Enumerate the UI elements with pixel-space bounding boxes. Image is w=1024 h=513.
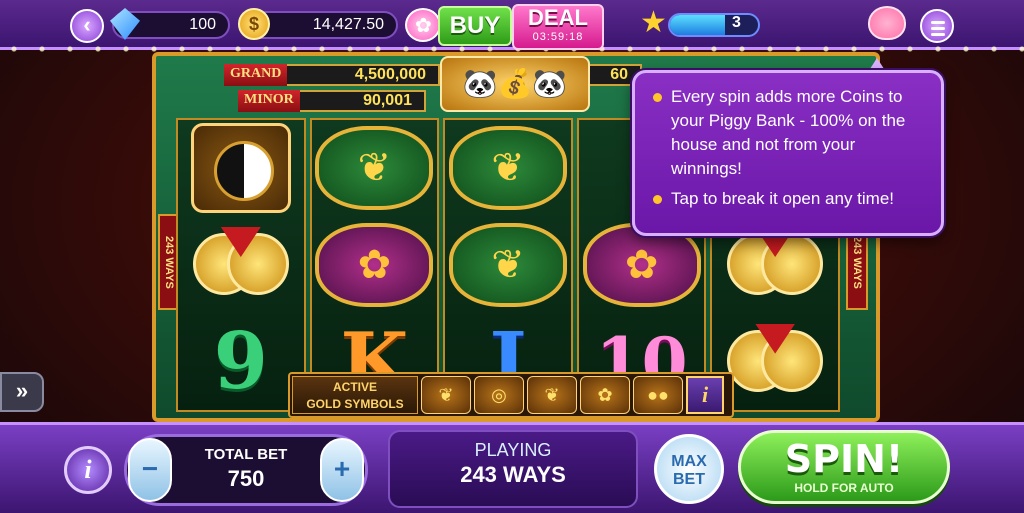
spin-label: SPIN! [784,437,904,481]
side-menu-expand-button[interactable]: » [0,372,44,412]
crane-symbol: ❦ [315,126,434,211]
reel-1: 9 [176,118,306,412]
minor-jackpot-value: 90,001 [363,92,412,109]
crane-symbol: ❦ [448,223,567,307]
star-icon: ★ [640,6,667,39]
piggy-bank-icon[interactable] [868,6,906,40]
nine-symbol: 9 [213,315,268,407]
playing-label: PLAYING [474,440,552,460]
gold-label-line1: ACTIVE [332,380,377,394]
buy-button[interactable]: BUY [438,6,512,46]
reel-cell [178,217,304,314]
deal-label: DEAL [528,5,588,30]
back-button[interactable]: ‹ [70,9,104,43]
player-level: 3 [732,14,741,31]
minor-jackpot-label: MINOR [238,90,300,112]
coin-count: 14,427.50 [312,16,384,33]
total-bet-label: TOTAL BET [204,446,288,463]
xp-progress-bar[interactable] [668,13,760,37]
tooltip-line: Tap to break it open any time! [653,187,927,211]
max-bet-line2: BET [673,471,705,488]
gem-count: 100 [189,16,216,33]
decrease-bet-button[interactable]: − [128,438,172,502]
reel-cell: ❦ [445,217,571,314]
spin-button[interactable]: SPIN! HOLD FOR AUTO [738,430,950,504]
menu-icon-line [931,21,945,24]
tooltip-line: Every spin adds more Coins to your Piggy… [653,85,927,181]
reel-cell: ❦ [445,120,571,217]
menu-icon-line [931,33,945,36]
gold-lotus-icon: ✿ [580,376,630,414]
max-bet-button[interactable]: MAX BET [654,434,724,504]
reel-cell [178,120,304,217]
minor-jackpot: MINOR 90,001 [238,90,426,112]
panda-emblem-icon: 🐼💰🐼 [440,56,590,112]
double-chevron-right-icon: » [15,378,29,403]
grand-jackpot-label: GRAND [224,64,288,86]
spin-sub-label: HOLD FOR AUTO [794,481,894,495]
lotus-symbol: ✿ [315,223,434,307]
increase-bet-button[interactable]: + [320,438,364,502]
yin-yang-icon [213,141,274,202]
menu-button[interactable] [920,9,954,43]
gold-symbols-info-button[interactable]: i [686,376,724,414]
reel-cell: ❦ [312,120,438,217]
gold-dragon-icon: ◎ [474,376,524,414]
coin-symbol: $ [248,14,259,34]
grand-jackpot: GRAND 4,500,000 [224,64,440,86]
deal-timer: 03:59:18 [532,31,584,43]
reel-2: ❦ ✿ K [309,118,440,412]
coins-symbol [189,227,293,303]
menu-icon-line [931,27,945,30]
gold-label-line2: GOLD SYMBOLS [306,397,404,411]
gold-crane-icon: ❦ [527,376,577,414]
active-gold-symbols-label: ACTIVE GOLD SYMBOLS [292,376,418,414]
gift-icon[interactable] [405,8,441,42]
coins-symbol [723,227,827,303]
gold-coins-icon: ●● [633,376,683,414]
xp-progress-fill [670,15,725,35]
total-bet-value: 750 [227,466,265,491]
piggy-bank-tooltip[interactable]: Every spin adds more Coins to your Piggy… [632,70,944,236]
coin-icon: $ [238,8,270,40]
reel-cell: ✿ [312,217,438,314]
paytable-info-button[interactable]: i [64,446,112,494]
active-gold-symbols-strip: ACTIVE GOLD SYMBOLS ❦ ◎ ❦ ✿ ●● i [288,372,734,418]
slot-game-screen: ‹ 100 14,427.50 $ BUY DEAL 03:59:18 ★ 3 … [0,0,1024,513]
grand-jackpot-value: 4,500,000 [354,66,426,83]
reel-cell: 9 [178,313,304,410]
deal-button[interactable]: DEAL 03:59:18 [512,4,604,50]
coins-symbol [723,323,827,400]
gold-crane-icon: ❦ [421,376,471,414]
max-bet-line1: MAX [671,453,707,470]
back-arrow-icon: ‹ [83,12,91,37]
crane-symbol: ❦ [448,126,567,211]
yin-yang-symbol [190,123,291,214]
reel-3: ❦ ❦ J [443,118,573,412]
playing-ways-value: 243 WAYS [460,462,566,487]
